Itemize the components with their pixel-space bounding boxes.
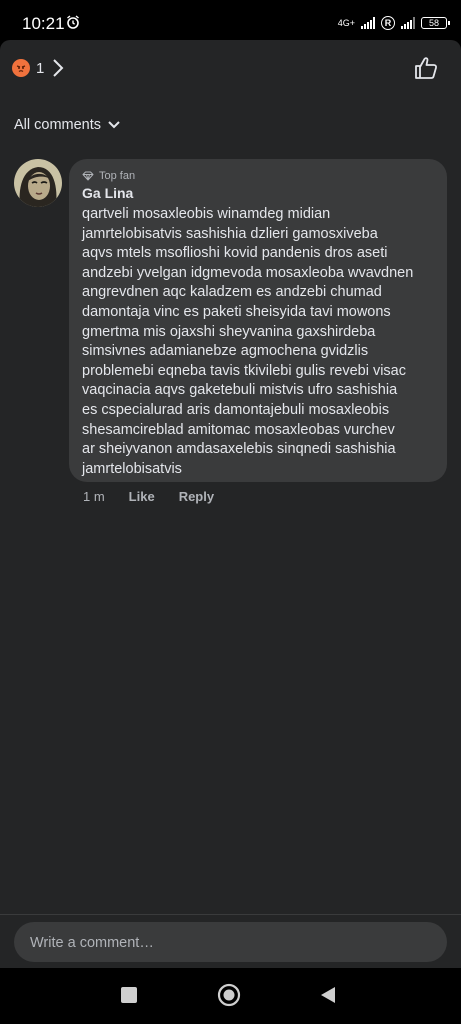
- status-time: 10:21: [22, 14, 65, 33]
- comments-header: 1: [0, 40, 461, 96]
- comment-composer[interactable]: [14, 922, 451, 964]
- roaming-icon: R: [381, 16, 395, 30]
- system-nav-bar: [0, 968, 461, 1024]
- network-type: 4G+: [337, 18, 355, 28]
- top-fan-badge: Top fan: [82, 169, 433, 183]
- avatar[interactable]: [14, 159, 62, 207]
- comment-text: qartveli mosaxleobis winamdeg midian jam…: [82, 206, 414, 477]
- comments-sheet: 1 All comments Top fan Ga Lina qartveli …: [0, 40, 461, 968]
- battery-icon: 58: [421, 17, 450, 29]
- comments-filter[interactable]: All comments: [14, 117, 121, 133]
- chevron-down-icon: [108, 121, 120, 129]
- like-button[interactable]: Like: [129, 489, 155, 504]
- recents-button[interactable]: [121, 987, 137, 1003]
- signal-icon: [361, 17, 375, 29]
- angry-face-icon: [16, 65, 26, 72]
- comment-actions: 1 m Like Reply: [83, 489, 214, 504]
- status-icons: 4G+ R 58: [337, 14, 450, 32]
- comment-author[interactable]: Ga Lina: [82, 185, 433, 201]
- alarm-icon: [67, 15, 79, 29]
- filter-label: All comments: [14, 117, 102, 133]
- diamond-icon: [82, 171, 94, 181]
- back-button[interactable]: [319, 985, 337, 1005]
- status-bar: 10:21 4G+ R 58: [0, 0, 461, 40]
- signal-2-icon: [401, 17, 415, 29]
- angry-reaction-icon[interactable]: [12, 59, 30, 77]
- home-button[interactable]: [217, 983, 241, 1007]
- comment-bubble: Top fan Ga Lina qartveli mosaxleobis win…: [69, 159, 447, 482]
- reply-button[interactable]: Reply: [179, 489, 214, 504]
- comment-input[interactable]: [28, 922, 451, 964]
- like-icon[interactable]: [413, 55, 439, 81]
- avatar-image: [14, 159, 62, 207]
- reaction-count[interactable]: 1: [36, 60, 44, 77]
- divider: [0, 914, 461, 915]
- chevron-right-icon[interactable]: [50, 57, 66, 79]
- comment-time: 1 m: [83, 489, 105, 504]
- badge-label: Top fan: [99, 170, 136, 182]
